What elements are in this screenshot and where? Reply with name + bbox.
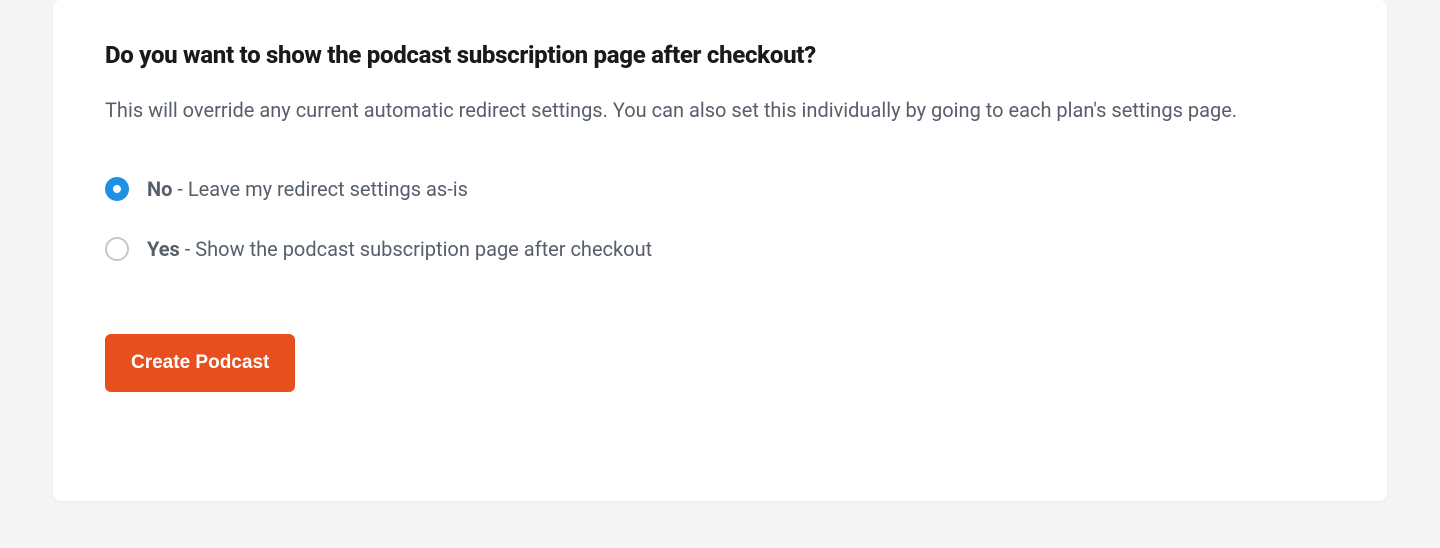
create-podcast-button[interactable]: Create Podcast (105, 334, 295, 392)
section-heading: Do you want to show the podcast subscrip… (105, 40, 1335, 71)
radio-label-no-rest: - Leave my redirect settings as-is (172, 177, 468, 201)
settings-card: Do you want to show the podcast subscrip… (53, 0, 1387, 501)
radio-input-no[interactable] (105, 177, 129, 201)
radio-group-subscription-redirect: No - Leave my redirect settings as-is Ye… (105, 176, 1335, 262)
radio-label-yes: Yes - Show the podcast subscription page… (147, 236, 652, 262)
radio-option-no[interactable]: No - Leave my redirect settings as-is (105, 176, 1335, 202)
radio-option-yes[interactable]: Yes - Show the podcast subscription page… (105, 236, 1335, 262)
radio-label-yes-rest: - Show the podcast subscription page aft… (180, 237, 652, 261)
radio-label-no-bold: No (147, 177, 172, 201)
radio-label-no: No - Leave my redirect settings as-is (147, 176, 468, 202)
radio-label-yes-bold: Yes (147, 237, 180, 261)
radio-input-yes[interactable] (105, 237, 129, 261)
section-description: This will override any current automatic… (105, 93, 1335, 128)
